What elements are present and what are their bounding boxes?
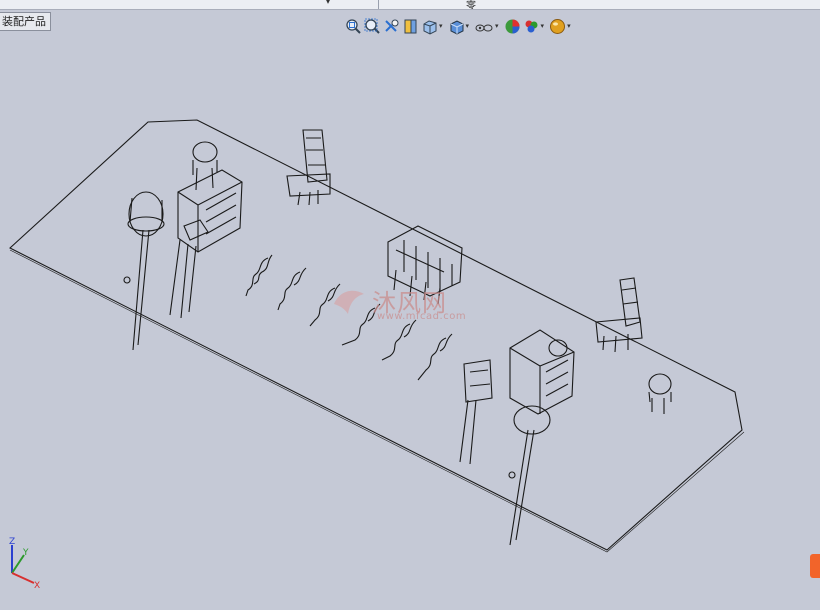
led-small-right bbox=[648, 373, 672, 414]
connector-upper bbox=[286, 129, 331, 206]
triad-x-axis bbox=[11, 572, 35, 584]
transistor-lower bbox=[459, 359, 493, 465]
relay-right bbox=[508, 329, 575, 546]
watermark-url: www.mfcad.com bbox=[377, 311, 467, 322]
led-large-left bbox=[123, 191, 165, 351]
triad-x-label: X bbox=[34, 581, 40, 590]
pcb-board-outline bbox=[9, 119, 743, 551]
coordinate-triad: Z Y X bbox=[9, 537, 40, 590]
triad-z-label: Z bbox=[9, 537, 15, 547]
watermark-logo bbox=[334, 290, 364, 314]
watermark: 沐风网 www.mfcad.com bbox=[330, 283, 466, 322]
relay-left bbox=[169, 141, 243, 319]
task-pane-badge[interactable] bbox=[810, 554, 820, 578]
triad-y-label: Y bbox=[22, 548, 29, 558]
